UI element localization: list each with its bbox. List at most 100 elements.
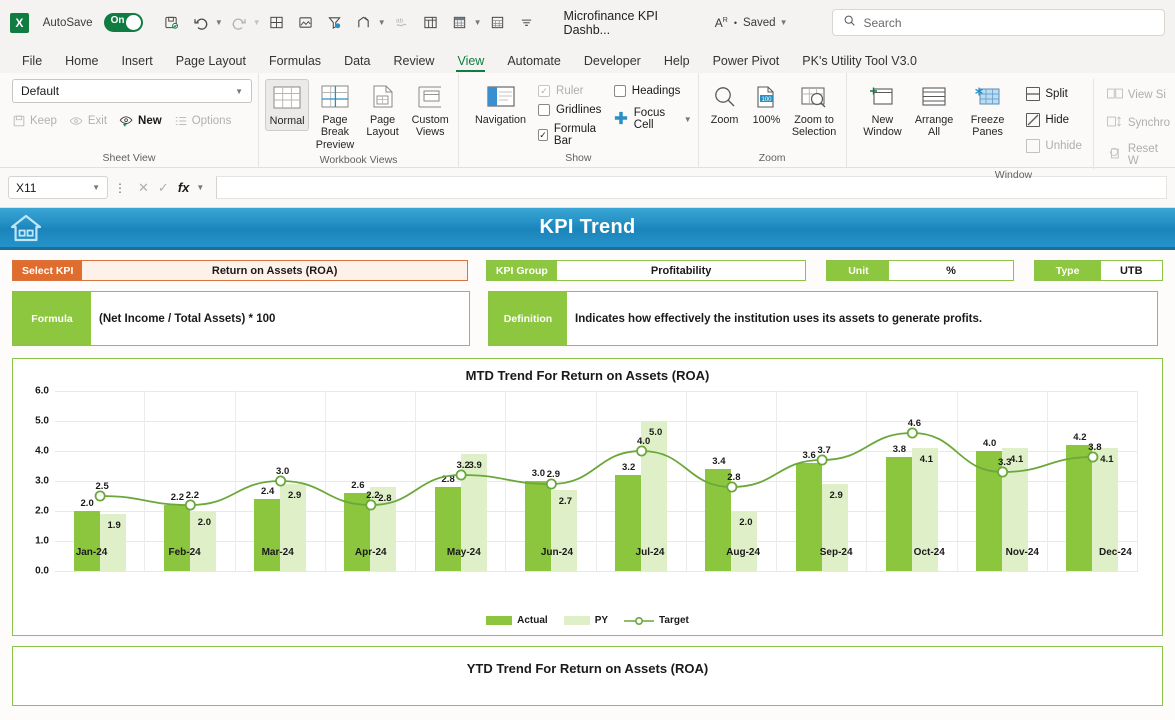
ribbon-tab-bar: File Home Insert Page Layout Formulas Da… (0, 45, 1175, 73)
zoom-100-button[interactable]: 100 100% (747, 79, 787, 129)
ribbon: Default ▼ Keep Exit New Options Sheet Vi… (0, 73, 1175, 181)
sensitivity-icon[interactable]: AR (715, 16, 728, 30)
name-box-expand-icon[interactable]: ⋮ (114, 181, 126, 195)
zoom-to-selection-label: Zoom to Selection (791, 114, 837, 139)
y-axis-tick: 2.0 (35, 505, 49, 517)
filter-icon[interactable] (322, 10, 348, 36)
name-box[interactable]: X11 ▼ (8, 176, 108, 199)
focus-cell-button[interactable]: Focus Cell ▼ (614, 107, 692, 131)
tab-page-layout[interactable]: Page Layout (166, 51, 256, 73)
navigation-label: Navigation (475, 114, 527, 126)
formula-bar-checkbox[interactable]: ✓ Formula Bar (538, 123, 604, 147)
calculate-sheet-icon[interactable] (447, 10, 473, 36)
borders-icon[interactable] (264, 10, 290, 36)
chart-title: MTD Trend For Return on Assets (ROA) (465, 368, 710, 383)
navigation-button[interactable]: Navigation (473, 79, 528, 129)
kpi-info-row: Formula (Net Income / Total Assets) * 10… (0, 281, 1175, 346)
customize-qat-icon[interactable] (514, 10, 540, 36)
unit-label: Unit (827, 261, 890, 280)
calculate-now-icon[interactable] (485, 10, 511, 36)
normal-view-button[interactable]: Normal (265, 79, 310, 132)
synchronous-scrolling-icon (1106, 115, 1123, 131)
insert-function-icon[interactable]: fx (178, 180, 190, 195)
tab-pk-utility-tool[interactable]: PK's Utility Tool V3.0 (792, 51, 927, 73)
x-axis-tick: Aug-24 (726, 547, 761, 558)
undo-dropdown-icon[interactable]: ▼ (215, 18, 223, 27)
sheet-view-value: Default (21, 84, 60, 98)
search-placeholder: Search (863, 15, 902, 30)
page-break-preview-button[interactable]: Page Break Preview (313, 79, 357, 154)
tab-view[interactable]: View (447, 51, 494, 73)
document-title[interactable]: Microfinance KPI Dashb... (564, 9, 699, 37)
tab-formulas[interactable]: Formulas (259, 51, 331, 73)
tab-home[interactable]: Home (55, 51, 108, 73)
group-title-workbook-views: Workbook Views (319, 154, 398, 167)
autosave-toggle[interactable]: On (103, 13, 143, 32)
page-layout-button[interactable]: Page Layout (361, 79, 405, 142)
keep-label: Keep (30, 115, 57, 127)
chevron-down-icon[interactable]: ▼ (196, 183, 204, 192)
x-axis-tick: Feb-24 (168, 547, 201, 558)
x-axis-tick: Jan-24 (75, 547, 108, 558)
split-button[interactable]: Split (1023, 85, 1084, 103)
freeze-panes-button[interactable]: Freeze Panes (962, 79, 1014, 142)
chevron-down-icon[interactable]: ▼ (684, 115, 692, 124)
tab-help[interactable]: Help (654, 51, 700, 73)
arrange-all-icon (920, 82, 948, 112)
redo-dropdown-icon: ▼ (252, 18, 261, 27)
share-icon[interactable] (351, 10, 377, 36)
tab-power-pivot[interactable]: Power Pivot (703, 51, 790, 73)
tab-file[interactable]: File (12, 51, 52, 73)
x-axis-tick: Jul-24 (635, 547, 665, 558)
select-kpi-value[interactable]: Return on Assets (ROA) (82, 261, 467, 280)
sheet-view-options-button: Options (174, 114, 231, 128)
hide-icon (1026, 113, 1041, 127)
sheet-view-select[interactable]: Default ▼ (12, 79, 252, 103)
select-kpi-field[interactable]: Select KPI Return on Assets (ROA) (12, 260, 468, 281)
name-box-value: X11 (16, 180, 37, 195)
zoom-to-selection-icon (800, 82, 828, 112)
gridlines-checkbox[interactable]: Gridlines (538, 104, 604, 116)
save-status-dot: • (733, 17, 737, 28)
custom-views-button[interactable]: Custom Views (408, 79, 452, 142)
definition-value: Indicates how effectively the institutio… (567, 292, 1157, 345)
tab-data[interactable]: Data (334, 51, 380, 73)
x-axis-tick: May-24 (446, 547, 481, 558)
sheet-view-new-button[interactable]: New (119, 114, 162, 128)
undo-icon[interactable] (188, 10, 214, 36)
type-field: Type UTB (1033, 260, 1163, 281)
calculate-dropdown-icon[interactable]: ▼ (474, 18, 482, 27)
save-status-group[interactable]: AR • Saved ▼ (715, 16, 788, 30)
tab-developer[interactable]: Developer (574, 51, 651, 73)
x-axis-tick: Oct-24 (913, 547, 945, 558)
formula-bar-actions: ✕ ✓ fx ▼ (132, 180, 210, 196)
new-window-button[interactable]: New Window (859, 79, 907, 142)
page-title: KPI Trend (539, 216, 636, 238)
dashboard-banner: KPI Trend (0, 208, 1175, 250)
search-input[interactable]: Search (831, 9, 1165, 36)
hide-button[interactable]: Hide (1023, 111, 1084, 129)
tab-automate[interactable]: Automate (497, 51, 571, 73)
zoom-button[interactable]: Zoom (705, 79, 745, 129)
arrange-all-button[interactable]: Arrange All (910, 79, 958, 142)
chevron-down-icon[interactable]: ▼ (92, 183, 100, 192)
window-buttons-column-2: View Si Synchro Reset W (1092, 79, 1174, 169)
toggle-knob (125, 15, 141, 30)
checkbox-icon (613, 85, 626, 97)
legend-label-target: Target (659, 615, 689, 626)
chevron-down-icon[interactable]: ▼ (780, 18, 788, 27)
table-icon[interactable] (418, 10, 444, 36)
legend-swatch-target (624, 616, 655, 626)
open-picture-icon[interactable] (293, 10, 319, 36)
synchronous-scrolling-label: Synchro (1127, 117, 1171, 129)
zoom-to-selection-button[interactable]: Zoom to Selection (788, 79, 839, 142)
tab-insert[interactable]: Insert (112, 51, 163, 73)
tab-review[interactable]: Review (383, 51, 444, 73)
x-axis-tick: Dec-24 (1098, 547, 1132, 558)
split-label: Split (1045, 88, 1068, 100)
save-icon[interactable] (159, 10, 185, 36)
zoom-icon (712, 82, 738, 112)
share-dropdown-icon[interactable]: ▼ (378, 18, 386, 27)
headings-checkbox[interactable]: Headings (613, 85, 692, 97)
autosave-label: AutoSave (42, 16, 93, 29)
